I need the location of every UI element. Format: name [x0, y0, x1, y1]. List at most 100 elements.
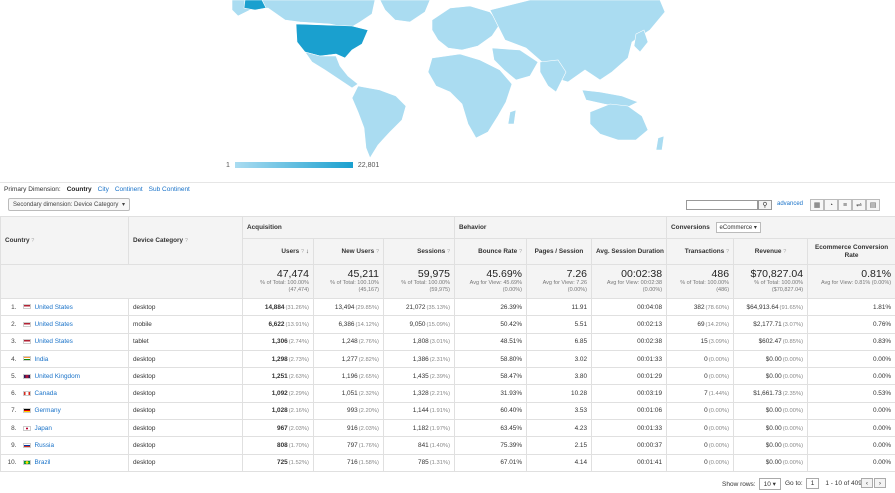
device-cell: desktop [128, 419, 243, 438]
geo-map[interactable]: 1 22,801 [0, 0, 895, 180]
flag-icon [22, 442, 31, 448]
sessions-cell: 9,050(15.09%) [382, 315, 456, 334]
table-view-icon[interactable]: ▦ [810, 199, 824, 211]
country-link[interactable]: United States [35, 304, 73, 311]
transactions-cell: 0(0.00%) [666, 419, 735, 438]
pages-per-session-header[interactable]: Pages / Session [526, 238, 593, 265]
device-cell: desktop [128, 384, 243, 403]
revenue-cell: $0.00(0.00%) [733, 453, 809, 472]
map-region-australia[interactable] [589, 103, 649, 141]
chevron-down-icon: ▾ [121, 202, 125, 208]
pagination-footer: Show rows: 10 ▾ Go to: 1 1 - 10 of 409 ‹… [0, 474, 895, 493]
new-users-cell: 916(2.03%) [313, 419, 384, 438]
transactions-header[interactable]: Transactions ? [666, 238, 735, 265]
show-rows-label: Show rows: [722, 480, 756, 488]
map-region-europe[interactable] [431, 5, 501, 51]
next-page-icon[interactable]: › [874, 478, 886, 488]
map-region-madagascar[interactable] [507, 109, 517, 125]
goto-input[interactable]: 1 [805, 478, 820, 489]
device-cell: desktop [128, 349, 243, 369]
table-row: 5. United Kingdom desktop 1,251(2.63%) 1,196… [0, 367, 895, 386]
conversion-rate-cell: 0.00% [807, 453, 895, 472]
country-link[interactable]: Brazil [35, 459, 51, 466]
country-link[interactable]: India [35, 356, 49, 363]
country-link[interactable]: Germany [35, 407, 61, 414]
country-link[interactable]: United States [35, 321, 73, 328]
conversion-rate-cell: 0.00% [807, 419, 895, 438]
avg-session-duration-header[interactable]: Avg. Session Duration [591, 238, 668, 265]
dimension-sub-continent[interactable]: Sub Continent [149, 186, 190, 193]
country-header[interactable]: Country ? [0, 216, 129, 265]
new-users-header[interactable]: New Users ? [313, 238, 384, 265]
show-rows-select[interactable]: 10 ▾ [758, 478, 781, 490]
performance-view-icon[interactable]: ≡ [838, 199, 852, 211]
row-index: 4. [0, 349, 19, 369]
prev-page-icon[interactable]: ‹ [861, 478, 873, 488]
chevron-down-icon: ▾ [753, 225, 757, 231]
users-cell: 725(1.52%) [242, 453, 314, 472]
sessions-cell: 841(1.40%) [382, 436, 456, 455]
country-cell: Germany [18, 401, 129, 421]
country-cell: Japan [18, 419, 129, 438]
revenue-header[interactable]: Revenue ? [733, 238, 809, 265]
flag-icon [22, 460, 31, 466]
bounce-rate-header[interactable]: Bounce Rate ? [454, 238, 528, 265]
conversion-goal-select[interactable]: eCommerce ▾ [715, 222, 761, 233]
bounce-rate-cell: 75.39% [454, 436, 528, 455]
map-region-alaska[interactable] [243, 0, 267, 11]
country-link[interactable]: Russia [35, 442, 55, 449]
flag-icon [22, 408, 31, 414]
device-cell: desktop [128, 453, 243, 472]
totals-label-cell [0, 264, 243, 299]
flag-icon [22, 356, 31, 362]
comparison-view-icon[interactable]: ⇌ [852, 199, 866, 211]
world-map[interactable] [0, 0, 895, 180]
dimension-continent[interactable]: Continent [115, 186, 143, 193]
map-region-south-america[interactable] [351, 85, 407, 159]
transactions-cell: 0(0.00%) [666, 401, 735, 421]
dimension-city[interactable]: City [98, 186, 109, 193]
conversion-rate-header[interactable]: Ecommerce Conversion Rate [807, 238, 895, 265]
users-cell: 1,306(2.74%) [242, 332, 314, 351]
users-cell: 1,028(2.16%) [242, 401, 314, 421]
avg-session-duration-cell: 00:01:33 [591, 349, 668, 369]
dimension-country[interactable]: Country [67, 186, 92, 193]
sessions-header[interactable]: Sessions ? [382, 238, 456, 265]
map-region-new-zealand[interactable] [655, 135, 665, 151]
pie-view-icon[interactable]: ◔ [824, 199, 838, 211]
device-category-header[interactable]: Device Category ? [128, 216, 243, 265]
search-button[interactable]: ⚲ [758, 200, 772, 210]
avg-session-duration-cell: 00:02:38 [591, 332, 668, 351]
new-users-cell: 1,248(2.76%) [313, 332, 384, 351]
avg-session-duration-cell: 00:01:33 [591, 419, 668, 438]
primary-dimension-label: Primary Dimension: [4, 186, 61, 193]
map-region-greenland[interactable] [379, 0, 431, 23]
advanced-filter-link[interactable]: advanced [777, 201, 803, 207]
map-region-africa[interactable] [427, 53, 513, 139]
users-cell: 1,092(2.29%) [242, 384, 314, 403]
table-search-input[interactable] [686, 200, 758, 210]
pivot-view-icon[interactable]: ▤ [866, 199, 880, 211]
country-cell: United States [18, 297, 129, 317]
country-link[interactable]: United States [35, 338, 73, 345]
view-switcher: ▦ ◔ ≡ ⇌ ▤ [810, 199, 880, 211]
device-cell: tablet [128, 332, 243, 351]
country-link[interactable]: Japan [35, 425, 52, 432]
row-index: 8. [0, 419, 19, 438]
map-region-mexico[interactable] [304, 51, 359, 89]
row-index: 1. [0, 297, 19, 317]
country-link[interactable]: United Kingdom [35, 373, 80, 380]
secondary-dimension-dropdown[interactable]: Secondary dimension: Device Category ▾ [8, 198, 130, 211]
sessions-cell: 21,072(35.13%) [382, 297, 456, 317]
users-header[interactable]: Users ? ↓ [242, 238, 314, 265]
flag-icon [22, 304, 31, 310]
conversion-rate-cell: 0.53% [807, 384, 895, 403]
bounce-rate-cell: 67.01% [454, 453, 528, 472]
country-link[interactable]: Canada [35, 390, 57, 397]
revenue-cell: $0.00(0.00%) [733, 367, 809, 386]
device-cell: mobile [128, 315, 243, 334]
country-cell: Russia [18, 436, 129, 455]
pages-per-session-cell: 5.51 [526, 315, 593, 334]
users-cell: 14,884(31.26%) [242, 297, 314, 317]
secondary-dimension-label: Secondary dimension: Device Category [13, 201, 119, 208]
